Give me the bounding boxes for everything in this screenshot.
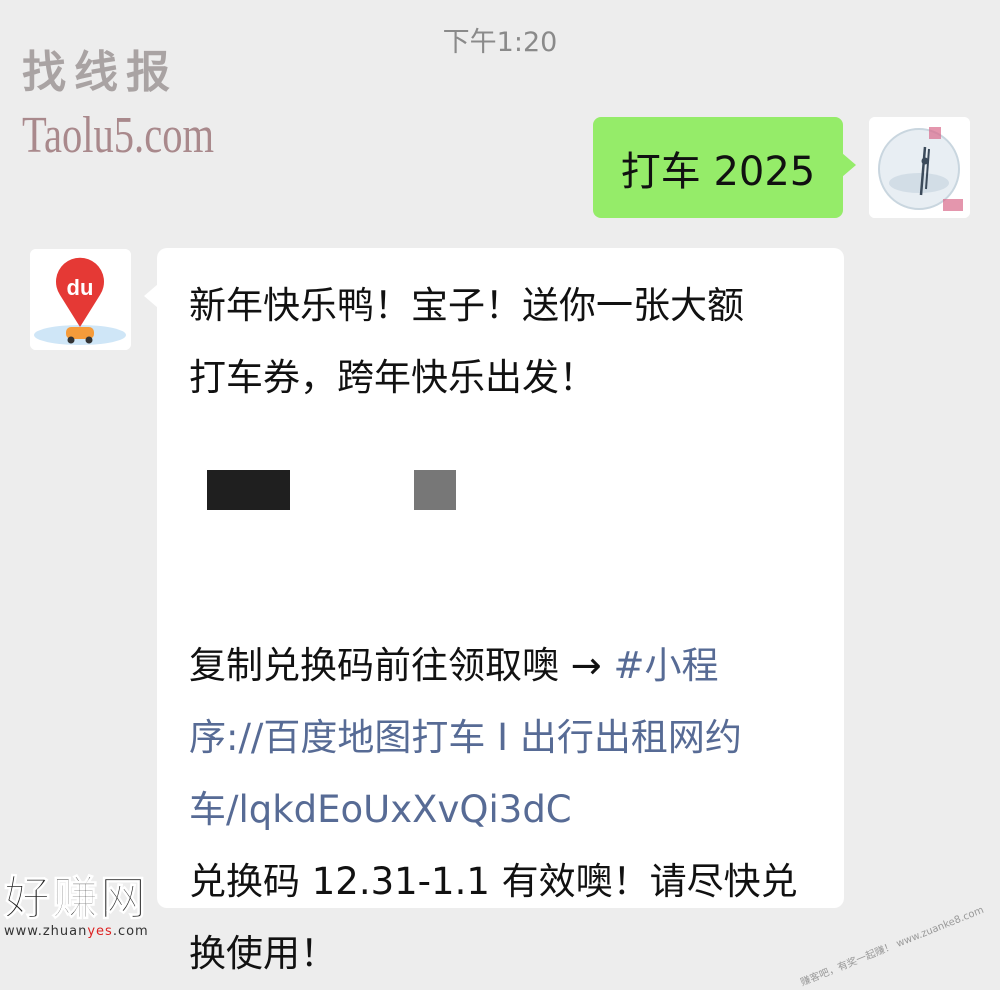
watermark-url: www.zhuanyes.com	[4, 924, 149, 940]
watermark-brand: 好赚网	[4, 871, 148, 925]
message-blank-space	[189, 414, 814, 630]
message-line-3-text: 复制兑换码前往领取噢 →	[189, 644, 614, 687]
user-avatar[interactable]	[869, 117, 970, 218]
mini-program-link-line-3[interactable]: 车/lqkdEoUxXvQi3dC	[189, 774, 814, 846]
watermark-url-suffix: .com	[112, 924, 149, 939]
watermark-bottom-right: 赚客吧，有奖一起赚！ www.zuanke8.com	[799, 904, 986, 989]
baidu-maps-avatar[interactable]: du	[30, 249, 131, 350]
message-line-6: 兑换码 12.31-1.1 有效噢！请尽快兑	[189, 860, 798, 903]
watermark-url-highlight: yes	[87, 924, 113, 939]
message-line-7: 换使用！	[189, 932, 337, 975]
message-line-3: 复制兑换码前往领取噢 → #小程	[189, 630, 814, 702]
received-message-bubble[interactable]: 新年快乐鸭！宝子！送你一张大额 打车券，跨年快乐出发！ 复制兑换码前往领取噢 →…	[144, 248, 844, 975]
redaction-block	[414, 470, 456, 510]
watermark-bottom-left: 好赚网 www.zhuanyes.com	[4, 872, 149, 940]
mini-program-link-start[interactable]: #小程	[614, 644, 719, 687]
mini-program-link-line-2[interactable]: 序://百度地图打车 I 出行出租网约	[189, 702, 814, 774]
message-line-2: 打车券，跨年快乐出发！	[189, 356, 596, 399]
sent-message-text: 打车 2025	[620, 148, 816, 195]
baidu-maps-du-icon: du	[30, 249, 131, 350]
watermark-line1: 找线报	[22, 47, 178, 98]
watermark-top-left: 找线报 Taolu5.com	[22, 40, 268, 166]
svg-text:du: du	[67, 275, 94, 300]
redaction-block	[207, 470, 290, 510]
sent-message-bubble[interactable]: 打车 2025	[593, 117, 856, 218]
user-avatar-icon	[869, 117, 970, 218]
watermark-url-prefix: www.zhuan	[4, 924, 88, 939]
watermark-line2: Taolu5.com	[22, 107, 215, 164]
message-line-1: 新年快乐鸭！宝子！送你一张大额	[189, 284, 744, 327]
